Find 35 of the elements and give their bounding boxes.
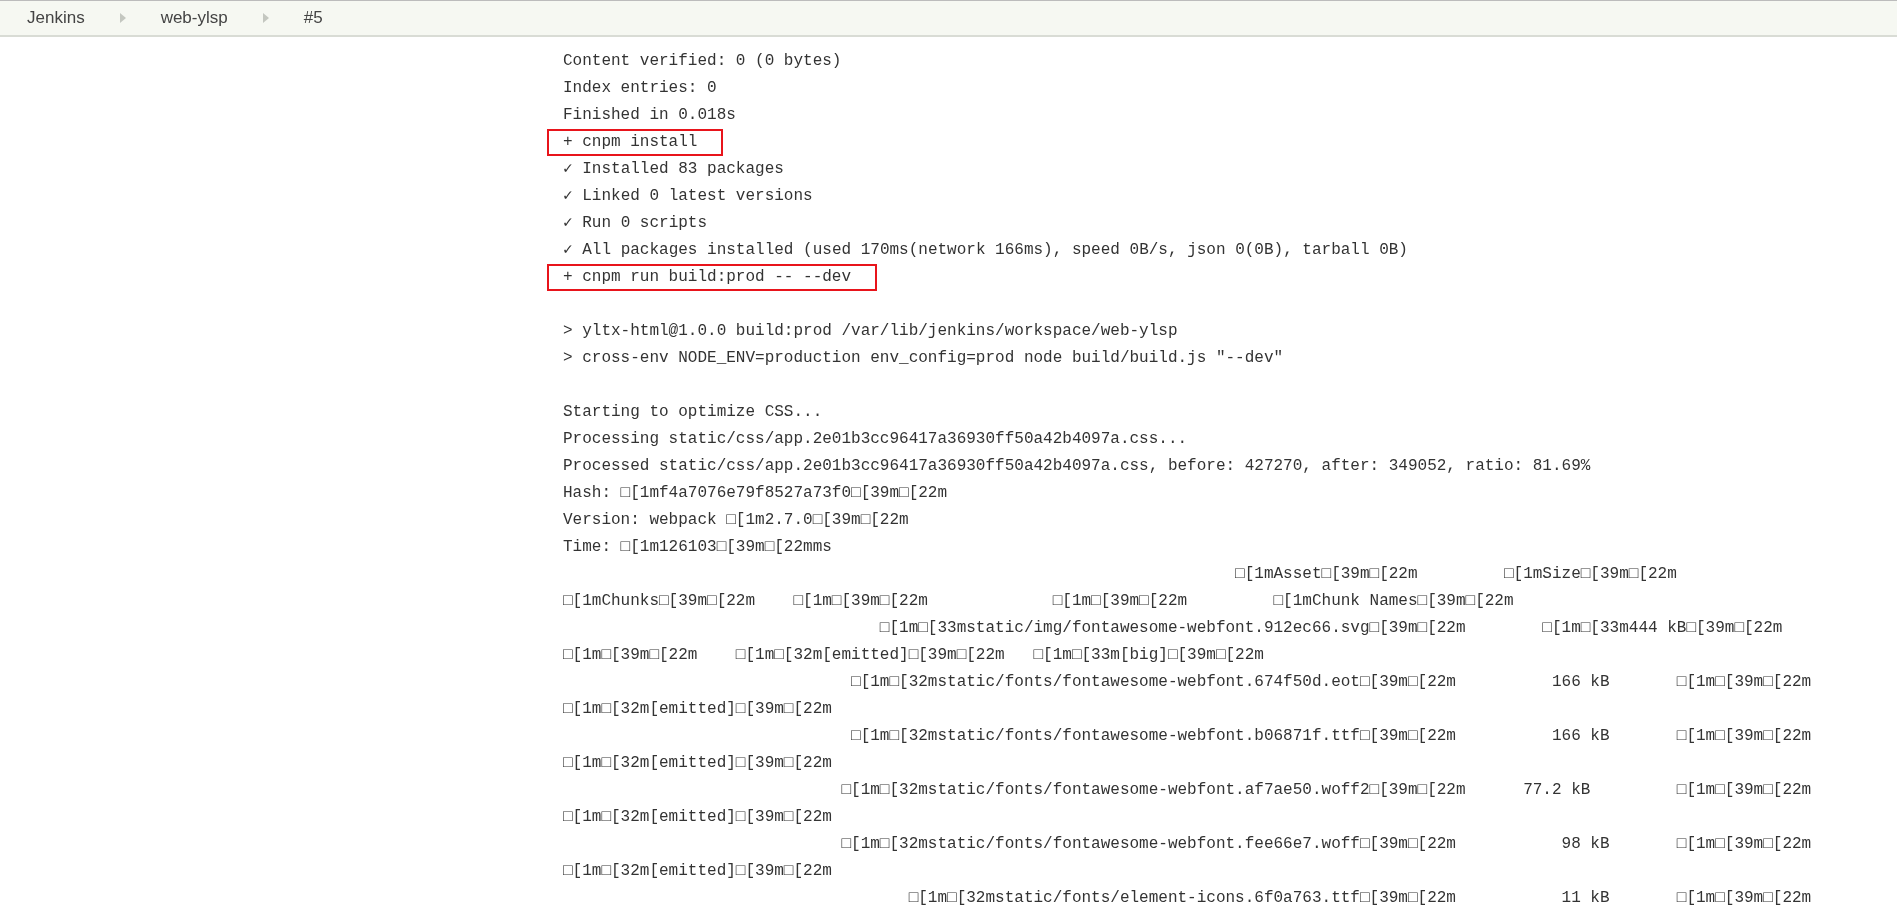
console-line: □[1m□[32m[emitted]□[39m□[22m bbox=[563, 807, 832, 828]
console-line: □[1mAsset□[39m□[22m □[1mSize□[39m□[22m bbox=[1234, 564, 1677, 585]
console-line: > cross-env NODE_ENV=production env_config=prod node build/build.js "--dev" bbox=[563, 348, 1284, 369]
console-line: □[1m□[32mstatic/fonts/fontawesome-webfont.b06871f.ttf□[39m□[22m 166 kB □[1m□[39m□[22m bbox=[850, 726, 1812, 747]
console-line: ✓ Run 0 scripts bbox=[563, 213, 708, 234]
console-line: > yltx-html@1.0.0 build:prod /var/lib/jenkins/workspace/web-ylsp bbox=[563, 321, 1178, 342]
highlighted-command: + cnpm install bbox=[547, 129, 724, 156]
console-line: □[1m□[32mstatic/fonts/fontawesome-webfont.fee66e7.woff□[39m□[22m 98 kB □[1m□[39m□[22m bbox=[840, 834, 1812, 855]
breadcrumb-caret-icon bbox=[118, 12, 127, 24]
console-line: Hash: □[1mf4a7076e79f8527a73f0□[39m□[22m bbox=[563, 483, 948, 504]
console-line: Index entries: 0 bbox=[563, 78, 717, 99]
console-line: Processing static/css/app.2e01b3cc96417a36930ff50a42b4097a.css... bbox=[563, 429, 1188, 450]
console-line: □[1m□[32m[emitted]□[39m□[22m bbox=[563, 699, 832, 720]
console-line: ✓ Installed 83 packages bbox=[563, 159, 784, 180]
breadcrumb-caret-icon bbox=[261, 12, 270, 24]
console-line: □[1m□[32mstatic/fonts/fontawesome-webfont.af7ae50.woff2□[39m□[22m 77.2 kB □[1m□[39m□[22m bbox=[840, 780, 1812, 801]
console-line: □[1m□[32mstatic/fonts/fontawesome-webfont.674f50d.eot□[39m□[22m 166 kB □[1m□[39m□[22m bbox=[850, 672, 1812, 693]
console-line: Content verified: 0 (0 bytes) bbox=[563, 51, 842, 72]
console-line: ✓ Linked 0 latest versions bbox=[563, 186, 813, 207]
console-line: ✓ All packages installed (used 170ms(network 166ms), speed 0B/s, json 0(0B), tarball 0B) bbox=[563, 240, 1408, 261]
console-line: Time: □[1m126103□[39m□[22mms bbox=[563, 537, 832, 558]
console-line: Processed static/css/app.2e01b3cc96417a36930ff50a42b4097a.css, before: 427270, after: 349052, ratio: 81.69% bbox=[563, 456, 1591, 477]
highlighted-command: + cnpm run build:prod -- --dev bbox=[547, 264, 878, 291]
breadcrumb-link[interactable]: Jenkins bbox=[27, 5, 85, 31]
console-line: Version: webpack □[1m2.7.0□[39m□[22m bbox=[563, 510, 909, 531]
console-line: □[1mChunks□[39m□[22m □[1m□[39m□[22m □[1m□[39m□[22m □[1mChunk Names□[39m□[22m bbox=[563, 591, 1514, 612]
console-line: □[1m□[33mstatic/img/fontawesome-webfont.912ec66.svg□[39m□[22m □[1m□[33m444 kB□[39m□[22m bbox=[878, 618, 1783, 639]
console-line: Starting to optimize CSS... bbox=[563, 402, 823, 423]
console-line: Finished in 0.018s bbox=[563, 105, 736, 126]
console-line: □[1m□[39m□[22m □[1m□[32m[emitted]□[39m□[22m □[1m□[33m[big]□[39m□[22m bbox=[563, 645, 1264, 666]
console-line: □[1m□[32m[emitted]□[39m□[22m bbox=[563, 861, 832, 882]
breadcrumb-link[interactable]: #5 bbox=[303, 5, 323, 31]
breadcrumb-link[interactable]: web-ylsp bbox=[160, 5, 228, 31]
console-line: □[1m□[32mstatic/fonts/element-icons.6f0a763.ttf□[39m□[22m 11 kB □[1m□[39m□[22m bbox=[907, 888, 1812, 909]
console-line: □[1m□[32m[emitted]□[39m□[22m bbox=[563, 753, 832, 774]
